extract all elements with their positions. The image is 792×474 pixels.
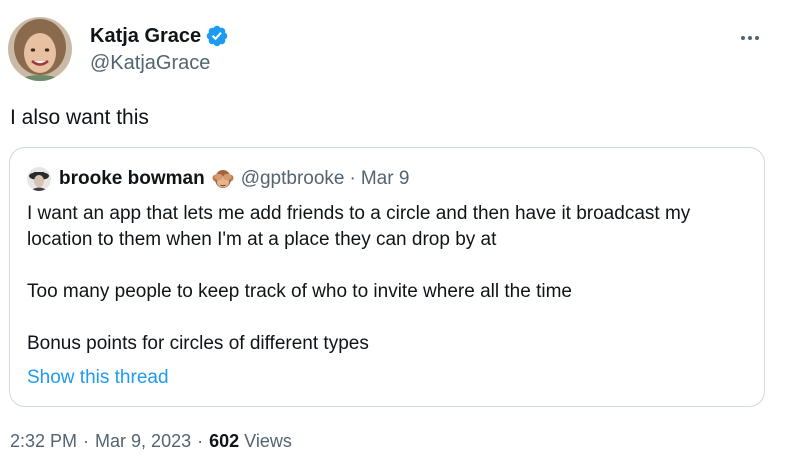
show-thread-link[interactable]: Show this thread [27, 365, 169, 391]
separator-dot: · [197, 431, 204, 451]
more-horizontal-icon [741, 36, 759, 40]
quoted-tweet-date[interactable]: Mar 9 [361, 168, 410, 190]
quoted-paragraph: Too many people to keep track of who to … [27, 281, 572, 302]
quoted-tweet-header: brooke bowman @gptbrooke · Mar 9 [27, 167, 409, 191]
author-handle[interactable]: @KatjaGrace [90, 50, 210, 76]
separator-dot: · [349, 168, 356, 189]
author-avatar[interactable] [8, 17, 72, 81]
views-label: Views [244, 431, 292, 451]
quoted-paragraph: I want an app that lets me add friends t… [27, 203, 691, 250]
quoted-author-avatar[interactable] [27, 167, 51, 191]
quoted-author-name[interactable]: brooke bowman [59, 168, 205, 190]
more-options-button[interactable] [734, 22, 766, 54]
user-avatar [27, 167, 51, 191]
views-count[interactable]: 602 [209, 428, 239, 454]
tweet-text: I also want this [10, 106, 149, 129]
author-name[interactable]: Katja Grace [90, 22, 201, 50]
quoted-tweet-body: I want an app that lets me add friends t… [27, 201, 757, 357]
quoted-tweet-card[interactable]: brooke bowman @gptbrooke · Mar 9 I want … [9, 147, 765, 407]
tweet-meta: 2:32 PM · Mar 9, 2023 · 602 Views [10, 428, 292, 454]
quoted-paragraph: Bonus points for circles of different ty… [27, 333, 369, 354]
tweet-time[interactable]: 2:32 PM [10, 428, 77, 454]
separator-dot: · [83, 431, 90, 451]
quoted-author-handle[interactable]: @gptbrooke [241, 168, 345, 190]
see-no-evil-monkey-icon [212, 170, 234, 188]
author-name-row[interactable]: Katja Grace [90, 22, 229, 50]
tweet-date[interactable]: Mar 9, 2023 [95, 428, 191, 454]
verified-badge-icon [206, 25, 228, 47]
user-avatar [8, 17, 72, 81]
